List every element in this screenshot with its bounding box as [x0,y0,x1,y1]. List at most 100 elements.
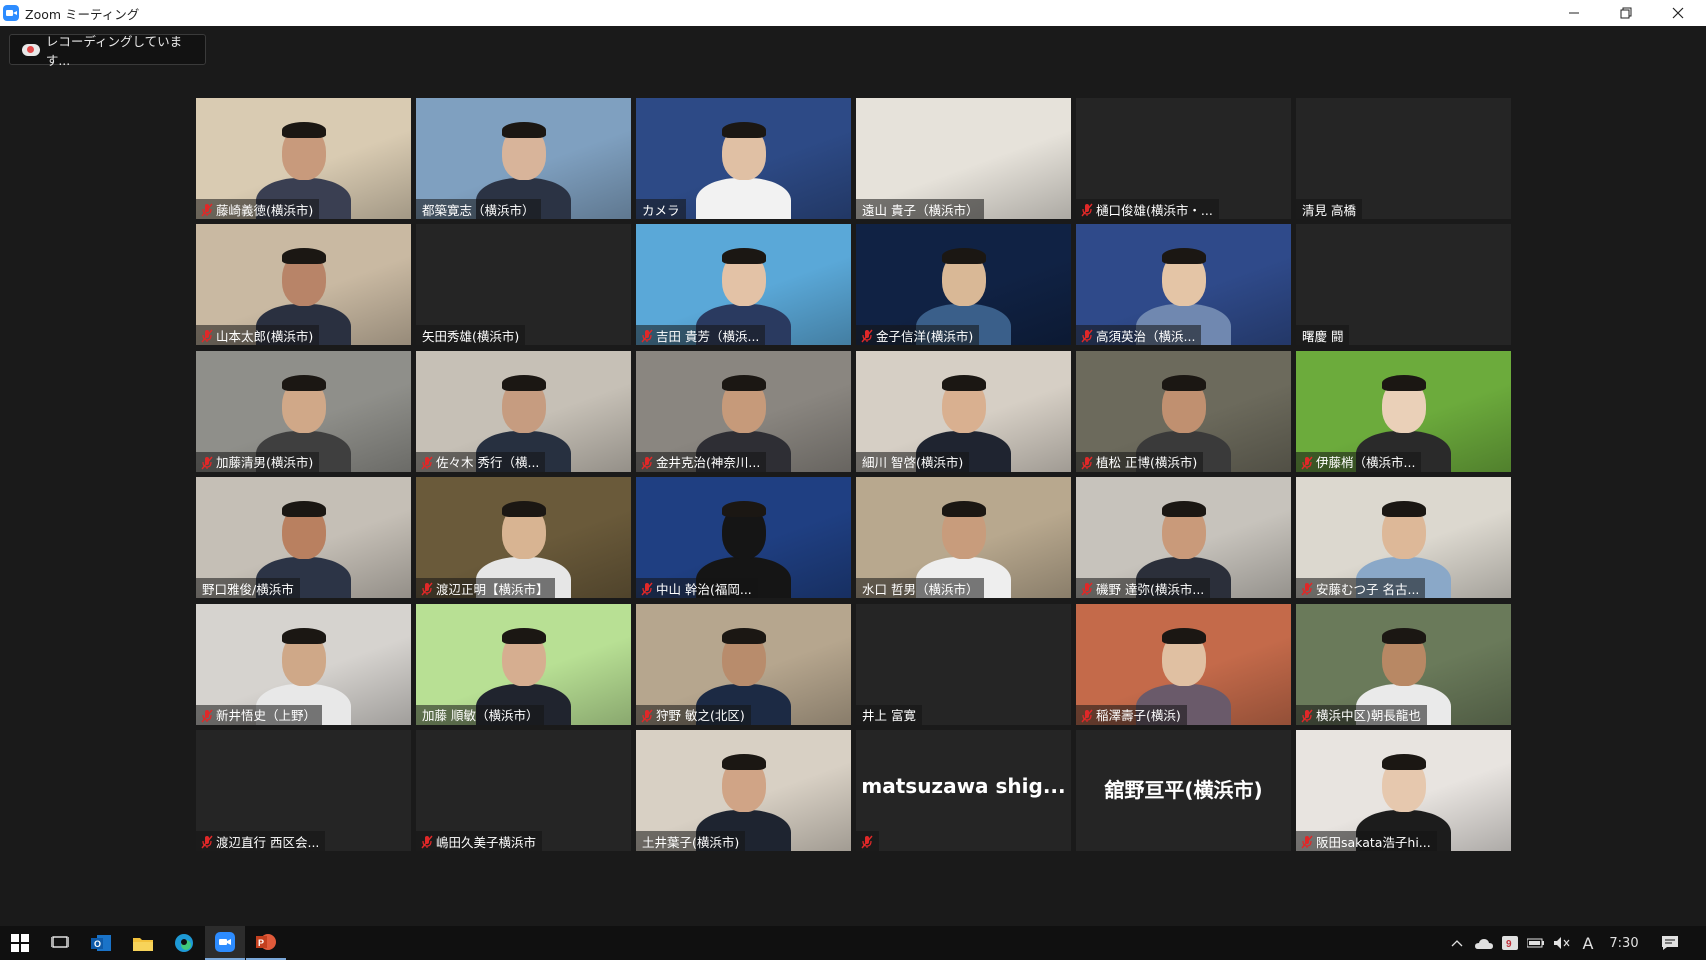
participant-tile[interactable]: 藤崎義徳(横浜市) [196,98,411,219]
participant-tile[interactable]: matsuzawa shig... [856,730,1071,851]
participant-name-bar: 高須英治（横浜... [1076,325,1202,346]
participant-name-bar: 加藤 順敏（横浜市） [416,704,545,725]
participant-tile[interactable]: 渡辺正明【横浜市】 [416,477,631,599]
close-icon [1672,7,1684,19]
mic-muted-icon [1301,708,1313,723]
participant-name-bar: 矢田秀雄(横浜市) [416,325,526,346]
participant-tile[interactable]: 曙慶 闘 [1296,224,1511,346]
participant-name-bar: 佐々木 秀行（横... [416,451,546,472]
participant-tile[interactable]: 磯野 達弥(横浜市... [1076,477,1291,599]
recording-label: レコーディングしています... [45,33,183,68]
participant-name: 井上 富寛 [862,708,916,724]
close-button[interactable] [1652,0,1704,26]
mic-muted-icon [201,708,213,723]
participant-tile[interactable]: 水口 哲男（横浜市） [856,477,1071,599]
participant-name-bar: 渡辺直行 西区会... [196,831,326,851]
participant-name: 渡辺正明【横浜市】 [436,581,549,597]
participant-tile[interactable]: 高須英治（横浜... [1076,224,1291,346]
participant-name: 稲澤壽子(横浜) [1096,708,1181,724]
participant-tile[interactable]: 清見 高橋 [1296,98,1511,219]
title-bar: Zoom ミーティング [0,0,1706,26]
powerpoint-icon[interactable]: P [246,926,286,960]
participant-name-bar: 加藤清男(横浜市) [196,451,320,472]
participant-tile[interactable]: 加藤清男(横浜市) [196,350,411,472]
notifications-icon[interactable] [1654,926,1686,960]
participant-name: 土井葉子(横浜市) [642,834,740,850]
minimize-icon [1569,12,1579,14]
participant-tile[interactable]: 嶋田久美子横浜市 [416,730,631,851]
participant-name: 曙慶 闘 [1302,328,1344,344]
battery-icon[interactable] [1524,926,1548,960]
participant-name: 加藤清男(横浜市) [216,455,314,471]
participant-name: 安藤むつ子 名古... [1316,581,1420,597]
participant-name-bar: 山本太郎(横浜市) [196,325,320,346]
participant-name: 清見 高橋 [1302,202,1356,218]
restore-button[interactable] [1600,0,1652,26]
ime-indicator[interactable]: A [1576,926,1600,960]
chevron-up-icon[interactable] [1446,926,1468,960]
mic-muted-icon [1081,328,1093,343]
participant-tile[interactable]: 加藤 順敏（横浜市） [416,603,631,725]
participant-display-name: 舘野亘平(横浜市) [1104,778,1263,802]
participant-tile[interactable]: カメラ [636,98,851,219]
file-explorer-icon[interactable] [123,926,163,960]
zoom-icon [3,5,19,21]
participant-name-bar [856,831,879,851]
participant-tile[interactable]: 遠山 貴子（横浜市） [856,98,1071,219]
participant-tile[interactable]: 中山 幹治(福岡... [636,477,851,599]
participant-tile[interactable]: 植松 正博(横浜市) [1076,350,1291,472]
participant-tile[interactable]: 舘野亘平(横浜市) [1076,730,1291,851]
clock[interactable]: 7:30 [1606,926,1642,960]
participant-name-bar: 水口 哲男（横浜市） [856,578,985,599]
participant-name-bar: 遠山 貴子（横浜市） [856,199,985,219]
edge-icon[interactable] [164,926,204,960]
participant-tile[interactable]: 金井克治(神奈川... [636,350,851,472]
participant-tile[interactable]: 狩野 敏之(北区) [636,603,851,725]
minimize-button[interactable] [1548,0,1600,26]
mic-muted-icon [1301,834,1313,849]
mic-muted-icon [201,455,213,470]
onedrive-icon[interactable] [1472,926,1496,960]
participant-tile[interactable]: 吉田 貴芳（横浜... [636,224,851,346]
volume-muted-icon[interactable] [1550,926,1574,960]
mic-muted-icon [641,328,653,343]
participant-tile[interactable]: 土井葉子(横浜市) [636,730,851,851]
participant-name-bar: 藤崎義徳(横浜市) [196,199,320,219]
participant-name: 渡辺直行 西区会... [216,834,320,850]
dropbox-icon[interactable]: 9 [1498,926,1522,960]
participant-name-bar: 植松 正博(横浜市) [1076,451,1204,472]
participant-tile[interactable]: 稲澤壽子(横浜) [1076,603,1291,725]
mic-muted-icon [201,328,213,343]
participant-tile[interactable]: 横浜中区)朝長龍也 [1296,603,1511,725]
participant-tile[interactable]: 金子信洋(横浜市) [856,224,1071,346]
participant-name: 樋口俊雄(横浜市・... [1096,202,1213,218]
participant-tile[interactable]: 山本太郎(横浜市) [196,224,411,346]
participant-name-bar: 阪田sakata浩子hi... [1296,831,1437,851]
participant-tile[interactable]: 安藤むつ子 名古... [1296,477,1511,599]
participant-tile[interactable]: 井上 富寛 [856,603,1071,725]
recording-indicator[interactable]: レコーディングしています... [9,34,206,68]
outlook-icon[interactable]: O [81,926,121,960]
participant-tile[interactable]: 樋口俊雄(横浜市・... [1076,98,1291,219]
participant-tile[interactable]: 渡辺直行 西区会... [196,730,411,851]
participant-name: 金井克治(神奈川... [656,455,761,471]
mic-muted-icon [421,581,433,596]
participant-name: 細川 智啓(横浜市) [862,455,964,471]
participant-name: 新井悟史（上野） [216,708,317,724]
participant-name-bar: 中山 幹治(福岡... [636,578,758,599]
participant-tile[interactable]: 野口雅俊/横浜市 [196,477,411,599]
participant-tile[interactable]: 都築寛志（横浜市） [416,98,631,219]
mic-muted-icon [421,455,433,470]
participant-tile[interactable]: 新井悟史（上野） [196,603,411,725]
zoom-taskbar-icon[interactable] [205,926,245,960]
participant-tile[interactable]: 細川 智啓(横浜市) [856,350,1071,472]
participant-name: 山本太郎(横浜市) [216,328,314,344]
mic-muted-icon [641,708,653,723]
participant-tile[interactable]: 伊藤梢（横浜市... [1296,350,1511,472]
participant-name-bar: 清見 高橋 [1296,199,1362,219]
participant-tile[interactable]: 阪田sakata浩子hi... [1296,730,1511,851]
participant-tile[interactable]: 佐々木 秀行（横... [416,350,631,472]
participant-tile[interactable]: 矢田秀雄(横浜市) [416,224,631,346]
start-icon[interactable] [0,926,40,960]
task-view-icon[interactable] [40,926,80,960]
